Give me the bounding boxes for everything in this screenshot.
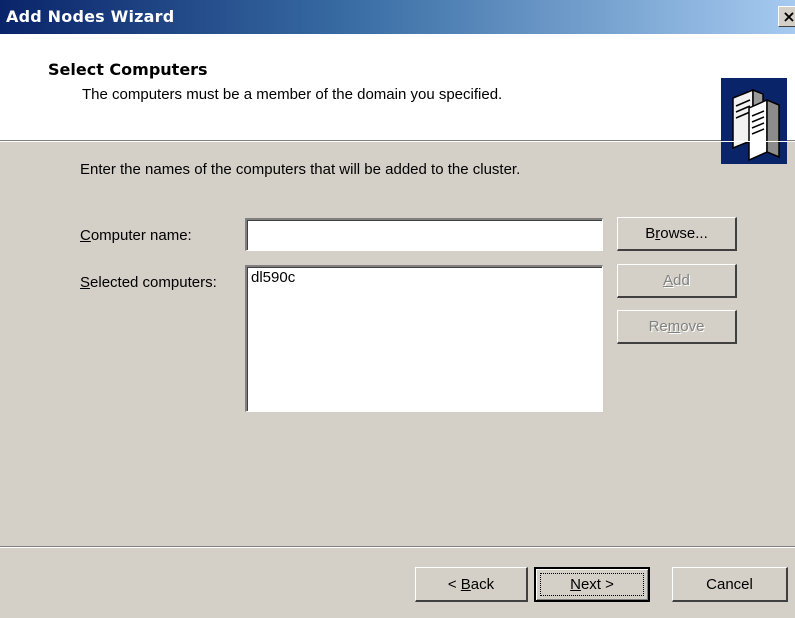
page-subtitle: The computers must be a member of the do… [82,86,503,103]
page-title: Select Computers [48,60,208,79]
window-title: Add Nodes Wizard [6,7,175,26]
selected-computers-label: Selected computers: [80,274,217,291]
computer-name-input[interactable] [245,218,603,251]
servers-icon [721,78,787,164]
footer-separator-highlight [0,547,795,548]
selected-computers-list[interactable]: dl590c [245,265,603,412]
cancel-button[interactable]: Cancel [672,567,788,602]
instruction-text: Enter the names of the computers that wi… [80,161,521,178]
computer-name-label: Computer name: [80,227,192,244]
back-button[interactable]: < Back [415,567,528,602]
close-icon: × [782,7,795,26]
add-nodes-wizard-window: Add Nodes Wizard × Select Computers The … [0,0,795,618]
browse-button[interactable]: Browse... [617,217,737,251]
remove-button[interactable]: Remove [617,310,737,344]
title-bar[interactable]: Add Nodes Wizard × [0,0,795,34]
wizard-header: Select Computers The computers must be a… [0,34,795,164]
add-button[interactable]: Add [617,264,737,298]
close-button[interactable]: × [778,6,795,27]
next-button[interactable]: Next > [534,567,650,602]
list-item[interactable]: dl590c [251,269,295,286]
